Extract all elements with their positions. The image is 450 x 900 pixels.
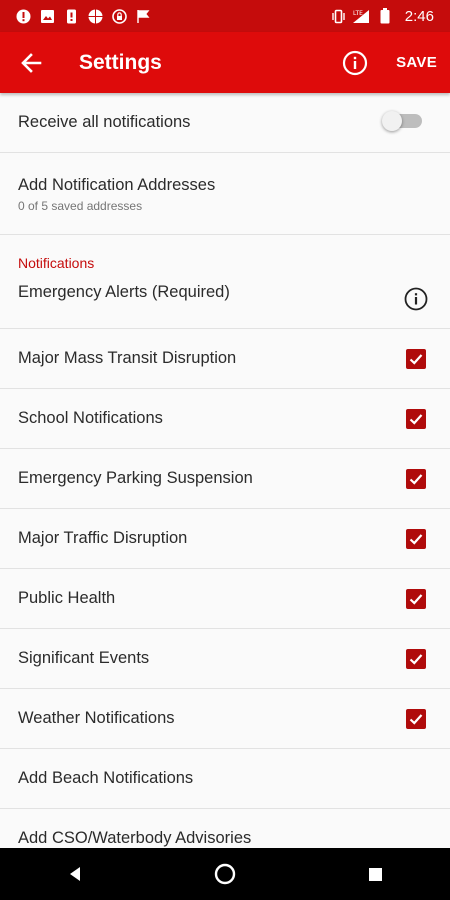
add-beach-notifications-row[interactable]: Add Beach Notifications <box>0 749 450 809</box>
triangle-back-icon <box>70 867 80 881</box>
add-addresses-label: Add Notification Addresses <box>18 176 216 194</box>
flag-icon <box>136 9 151 24</box>
list-item-school[interactable]: School Notifications <box>0 389 450 449</box>
home-circle-icon <box>214 863 236 885</box>
checkbox-school[interactable] <box>406 408 426 429</box>
checkbox-traffic[interactable] <box>406 528 426 549</box>
nav-home-button[interactable] <box>195 848 255 900</box>
add-addresses-row[interactable]: Add Notification Addresses 0 of 5 saved … <box>0 153 450 235</box>
list-item-label: Weather Notifications <box>18 709 175 727</box>
settings-list[interactable]: Receive all notifications Add Notificati… <box>0 93 450 848</box>
check-icon <box>409 713 423 725</box>
receive-all-row[interactable]: Receive all notifications <box>0 93 450 153</box>
list-item-label: Major Traffic Disruption <box>18 529 188 547</box>
page-title: Settings <box>79 50 162 74</box>
list-item-transit[interactable]: Major Mass Transit Disruption <box>0 329 450 389</box>
nav-recents-button[interactable] <box>345 848 405 900</box>
notification-icons <box>0 8 151 24</box>
alert-icon <box>16 9 31 24</box>
vibrate-icon <box>331 9 346 24</box>
checkbox-parking[interactable] <box>406 468 426 489</box>
system-status: LTE 2:46 <box>331 8 450 25</box>
nav-back-button[interactable] <box>45 848 105 900</box>
list-item-label: School Notifications <box>18 409 163 427</box>
recents-square-icon <box>368 867 382 881</box>
list-item-label: Add CSO/Waterbody Advisories <box>18 829 252 847</box>
info-button[interactable] <box>331 32 379 93</box>
check-icon <box>409 413 423 425</box>
check-icon <box>409 353 423 365</box>
checkbox-weather[interactable] <box>406 708 426 729</box>
arrow-back-icon <box>21 52 42 73</box>
clock: 2:46 <box>404 7 434 25</box>
list-item-traffic[interactable]: Major Traffic Disruption <box>0 509 450 569</box>
check-icon <box>409 533 423 545</box>
list-item-label: Major Mass Transit Disruption <box>18 349 237 367</box>
list-item-label: Significant Events <box>18 649 150 667</box>
addresses-count: 0 of 5 saved addresses <box>18 199 143 213</box>
checkbox-transit[interactable] <box>406 348 426 369</box>
add-cso-advisories-row[interactable]: Add CSO/Waterbody Advisories <box>0 809 450 848</box>
emergency-alerts-label: Emergency Alerts (Required) <box>18 283 230 301</box>
back-button[interactable] <box>0 32 62 93</box>
image-icon <box>40 9 55 24</box>
check-icon <box>409 593 423 605</box>
emergency-info-button[interactable] <box>404 287 428 316</box>
receive-all-label: Receive all notifications <box>18 113 191 131</box>
check-icon <box>409 473 423 485</box>
checkbox-health[interactable] <box>406 588 426 609</box>
status-bar: LTE 2:46 <box>0 0 450 32</box>
list-item-label: Public Health <box>18 589 116 607</box>
list-item-weather[interactable]: Weather Notifications <box>0 689 450 749</box>
check-icon <box>409 653 423 665</box>
emergency-alerts-row: Emergency Alerts (Required) <box>0 271 450 329</box>
list-item-label: Emergency Parking Suspension <box>18 469 253 487</box>
checkbox-events[interactable] <box>406 648 426 669</box>
basketball-icon <box>88 9 103 24</box>
switch-knob <box>382 111 402 131</box>
list-item-events[interactable]: Significant Events <box>0 629 450 689</box>
battery-icon <box>378 8 393 24</box>
save-button[interactable]: SAVE <box>379 32 450 93</box>
app-bar: Settings SAVE <box>0 32 450 93</box>
info-icon <box>342 50 368 75</box>
info-outline-icon <box>404 287 428 311</box>
notifications-section-header: Notifications <box>18 255 95 271</box>
device-icon <box>64 9 79 24</box>
lock-icon <box>112 8 127 24</box>
list-item-parking[interactable]: Emergency Parking Suspension <box>0 449 450 509</box>
network-type-label: LTE <box>353 10 363 17</box>
signal-icon: LTE <box>352 9 372 24</box>
system-nav-bar <box>0 848 450 900</box>
receive-all-switch[interactable] <box>382 111 422 131</box>
list-item-label: Add Beach Notifications <box>18 769 194 787</box>
list-item-health[interactable]: Public Health <box>0 569 450 629</box>
